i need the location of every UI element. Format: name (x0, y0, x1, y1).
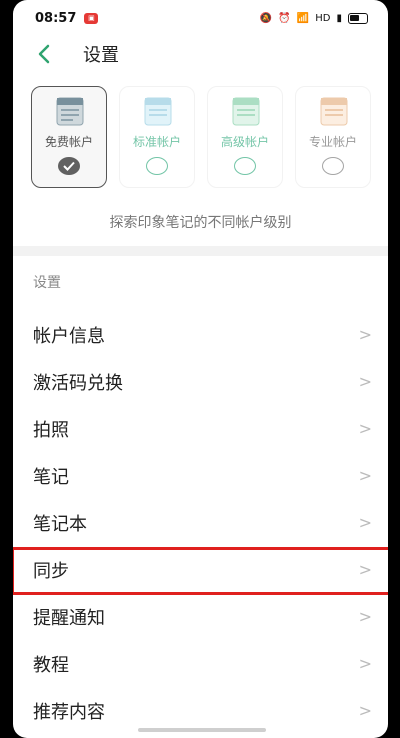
premium-tier-icon (232, 97, 260, 127)
wifi-icon: 📶 (296, 12, 310, 24)
mute-icon: 🔕 (259, 12, 273, 24)
chevron-right-icon: > (358, 513, 372, 532)
signal-icon: ▮ (336, 12, 342, 24)
menu-item-label: 拍照 (33, 419, 69, 441)
menu-item-account-info[interactable]: 帐户信息 > (13, 311, 388, 358)
alarm-icon: ⏰ (278, 12, 291, 24)
chevron-right-icon: > (358, 466, 372, 485)
menu-item-label: 帐户信息 (33, 325, 105, 347)
free-tier-icon (56, 97, 84, 127)
battery-icon (348, 12, 368, 24)
tier-radio[interactable] (234, 157, 256, 175)
professional-tier-icon (320, 97, 348, 127)
tier-professional[interactable]: 专业帐户 (295, 86, 371, 188)
menu-item-tutorial[interactable]: 教程 > (13, 640, 388, 687)
status-right: 🔕 ⏰ 📶 HD ▮ (259, 12, 368, 24)
network-type-label: HD (315, 12, 331, 24)
home-indicator[interactable] (138, 728, 266, 732)
tier-premium[interactable]: 高级帐户 (207, 86, 283, 188)
chevron-right-icon: > (358, 560, 372, 579)
chevron-right-icon: > (358, 419, 372, 438)
status-time: 08:57 (35, 10, 77, 26)
menu-item-label: 同步 (33, 560, 69, 582)
back-arrow-icon (38, 44, 50, 64)
settings-list: 帐户信息 > 激活码兑换 > 拍照 > 笔记 > 笔记本 > 同步 > 提醒通知… (13, 311, 388, 734)
chevron-right-icon: > (358, 701, 372, 720)
phone-screen: 08:57 ▣ 🔕 ⏰ 📶 HD ▮ 设置 免费帐户 标准帐户 高级帐户 专业帐… (13, 0, 388, 738)
chevron-right-icon: > (358, 372, 372, 391)
menu-item-activation-code[interactable]: 激活码兑换 > (13, 358, 388, 405)
menu-item-label: 激活码兑换 (33, 372, 123, 394)
tier-standard[interactable]: 标准帐户 (119, 86, 195, 188)
menu-item-notes[interactable]: 笔记 > (13, 452, 388, 499)
status-left: 08:57 ▣ (35, 10, 99, 26)
tier-caption: 探索印象笔记的不同帐户级别 (109, 215, 292, 231)
page-title: 设置 (83, 45, 119, 66)
menu-item-sync[interactable]: 同步 > (13, 546, 388, 593)
chevron-right-icon: > (358, 654, 372, 673)
menu-item-camera[interactable]: 拍照 > (13, 405, 388, 452)
menu-item-reminders[interactable]: 提醒通知 > (13, 593, 388, 640)
menu-item-label: 推荐内容 (33, 701, 105, 723)
navbar: 设置 (13, 36, 388, 72)
menu-item-recommended[interactable]: 推荐内容 > (13, 687, 388, 734)
tier-label: 标准帐户 (132, 135, 181, 149)
notification-badge-icon: ▣ (84, 12, 99, 24)
section-label: 设置 (33, 275, 61, 291)
tier-selector: 免费帐户 标准帐户 高级帐户 专业帐户 (31, 86, 371, 190)
check-icon (63, 161, 75, 171)
chevron-right-icon: > (358, 325, 372, 344)
tier-label: 免费帐户 (44, 135, 93, 149)
tier-radio[interactable] (146, 157, 168, 175)
menu-item-notebooks[interactable]: 笔记本 > (13, 499, 388, 546)
menu-item-label: 笔记 (33, 466, 69, 488)
back-button[interactable] (29, 39, 59, 69)
standard-tier-icon (144, 97, 172, 127)
menu-item-label: 笔记本 (33, 513, 87, 535)
status-bar: 08:57 ▣ 🔕 ⏰ 📶 HD ▮ (13, 0, 388, 36)
tier-free[interactable]: 免费帐户 (31, 86, 107, 188)
section-divider (13, 246, 388, 256)
tier-radio[interactable] (322, 157, 344, 175)
chevron-right-icon: > (358, 607, 372, 626)
tier-radio-checked[interactable] (58, 157, 80, 175)
tier-label: 专业帐户 (308, 135, 357, 149)
menu-item-label: 教程 (33, 654, 69, 676)
tier-label: 高级帐户 (220, 135, 269, 149)
menu-item-label: 提醒通知 (33, 607, 105, 629)
